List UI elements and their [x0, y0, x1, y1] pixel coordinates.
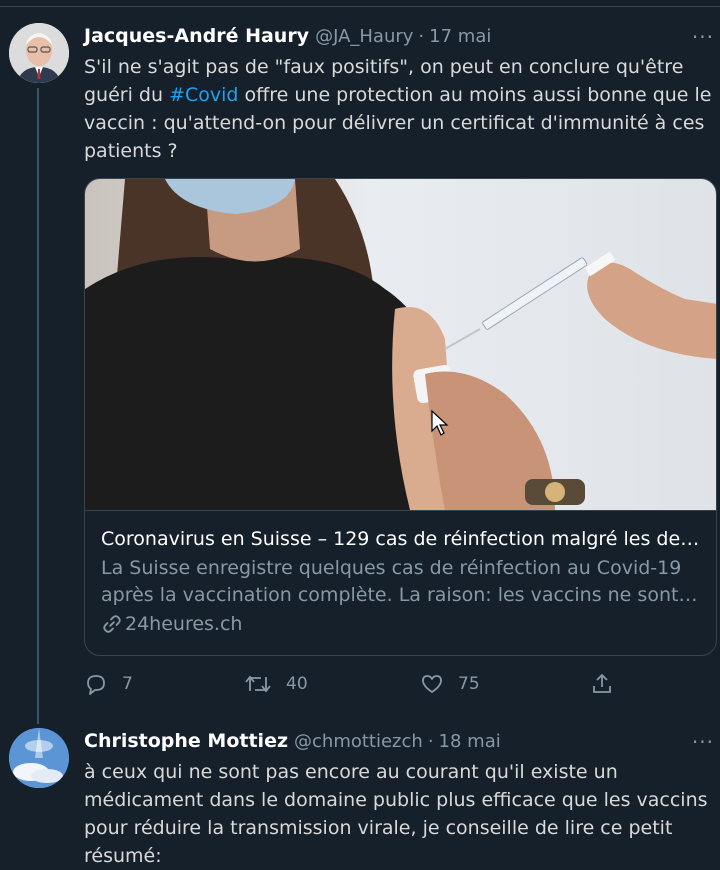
card-description-line: La Suisse enregistre quelques cas de réi… — [101, 557, 682, 579]
reply-icon — [87, 675, 105, 695]
card-domain[interactable]: 24heures.ch — [101, 613, 702, 635]
link-card[interactable]: Coronavirus en Suisse – 129 cas de réinf… — [84, 178, 717, 656]
like-count: 75 — [458, 674, 480, 694]
more-options-icon[interactable]: ··· — [692, 730, 714, 754]
avatar[interactable] — [9, 728, 69, 788]
retweet-button[interactable]: 40 — [244, 672, 308, 696]
avatar[interactable] — [9, 23, 69, 83]
author-name[interactable]: Christophe Mottiez — [84, 730, 288, 752]
tweet-date[interactable]: 17 mai — [429, 26, 491, 47]
dot-separator: · — [418, 26, 425, 47]
tweet-date[interactable]: 18 mai — [439, 731, 501, 752]
retweet-icon — [245, 675, 271, 693]
author-handle[interactable]: @chmottiezch — [294, 731, 423, 752]
tweet-1[interactable]: Jacques-André Haury @JA_Haury · 17 mai ·… — [0, 0, 720, 720]
more-options-icon[interactable]: ··· — [692, 25, 714, 49]
card-domain-text[interactable]: 24heures.ch — [125, 613, 242, 635]
reply-count: 7 — [122, 674, 133, 694]
reply-button[interactable]: 7 — [84, 672, 133, 696]
hashtag-link[interactable]: #Covid — [169, 84, 238, 106]
author-handle[interactable]: @JA_Haury — [315, 26, 413, 47]
share-button[interactable] — [590, 672, 628, 696]
tweet-header: Jacques-André Haury @JA_Haury · 17 mai — [84, 25, 491, 49]
like-button[interactable]: 75 — [420, 672, 480, 696]
dot-separator: · — [427, 731, 434, 752]
author-name[interactable]: Jacques-André Haury — [84, 25, 309, 47]
card-description-line: après la vaccination complète. La raison… — [101, 584, 701, 606]
card-image[interactable] — [85, 179, 716, 510]
tweet-2[interactable]: Christophe Mottiez @chmottiezch · 18 mai… — [0, 720, 720, 867]
link-icon — [103, 615, 121, 633]
retweet-count: 40 — [286, 674, 308, 694]
tweet-actions: 7 40 75 — [84, 672, 720, 700]
card-title[interactable]: Coronavirus en Suisse – 129 cas de réinf… — [101, 525, 702, 553]
heart-icon — [422, 675, 442, 693]
tweet-text: à ceux qui ne sont pas encore au courant… — [84, 761, 708, 867]
share-icon — [593, 673, 611, 693]
tweet-header: Christophe Mottiez @chmottiezch · 18 mai — [84, 730, 501, 754]
tweet-text: S'il ne s'agit pas de "faux positifs", o… — [84, 53, 718, 165]
card-body[interactable]: Coronavirus en Suisse – 129 cas de réinf… — [85, 510, 716, 635]
card-description: La Suisse enregistre quelques cas de réi… — [101, 555, 701, 609]
